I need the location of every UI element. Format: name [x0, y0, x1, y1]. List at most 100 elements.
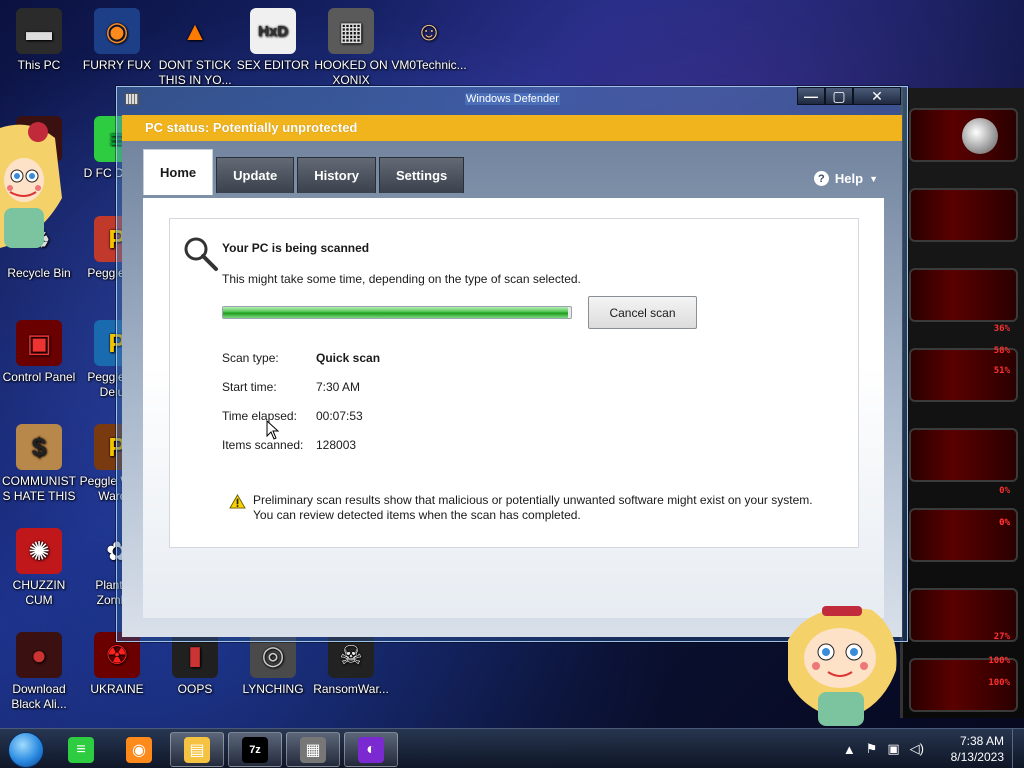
scan-details: Scan type: Quick scan Start time: 7:30 A… — [222, 351, 380, 467]
tab-home[interactable]: Home — [143, 149, 214, 195]
app-icon: ☺ — [415, 15, 443, 46]
taskbar: ≡ ◉ ▤ 7z ▦ ◐ ▲ ⚑ ▣ ◁) 7:38 AM 8/13/2023 — [0, 728, 1024, 768]
time-elapsed-value: 00:07:53 — [316, 409, 363, 423]
warning-line-1: Preliminary scan results show that malic… — [253, 493, 813, 507]
search-icon — [184, 237, 218, 271]
desktop-icon[interactable]: ▬ This PC — [0, 8, 78, 73]
desktop-icon-label: Download Black Ali... — [11, 682, 67, 711]
start-button[interactable] — [8, 732, 44, 768]
scan-progress-fill — [223, 307, 568, 318]
alien-readout: 0% — [999, 518, 1010, 528]
warning-line-2: You can review detected items when the s… — [253, 508, 581, 522]
firefox-icon: ◉ — [126, 736, 152, 763]
desktop-icon-label: This PC — [17, 58, 61, 72]
desktop-icon-label: HOOKED ON XONIX — [314, 58, 388, 87]
masked-app-icon: ◐ — [358, 736, 384, 763]
start-time-value: 7:30 AM — [316, 380, 361, 394]
alien-readout: 36% — [993, 324, 1010, 334]
clock-time: 7:38 AM — [959, 734, 1004, 748]
desktop-icon[interactable]: HxD SEX EDITOR — [234, 8, 312, 73]
taskbar-masked-app-button[interactable]: ◐ — [344, 732, 398, 767]
scan-type-row: Scan type: Quick scan — [222, 351, 380, 380]
tab-history[interactable]: History — [297, 157, 376, 193]
volume-icon[interactable]: ◁) — [910, 741, 924, 757]
alien-readout: 100% — [988, 656, 1010, 666]
alien-sidebar-widget: 36% 58% 51% 0% 0% 0% 27% 100% 100% — [900, 88, 1024, 718]
items-scanned-label: Items scanned: — [222, 438, 304, 452]
desktop-icon[interactable]: $ COMMUNISTS HATE THIS G... — [0, 424, 78, 504]
title-bar[interactable]: Windows Defender — ▢ ✕ — [117, 87, 907, 115]
taskbar-7zip-button[interactable]: 7z — [228, 732, 282, 767]
items-scanned-row: Items scanned: 128003 — [222, 438, 380, 467]
start-time-label: Start time: — [222, 380, 277, 394]
desktop-icon[interactable]: ▦ HOOKED ON XONIX — [312, 8, 390, 88]
forms-app-icon: ≡ — [68, 736, 94, 763]
alien-readout: 51% — [993, 366, 1010, 376]
home-content: Your PC is being scanned This might take… — [143, 198, 884, 618]
help-menu[interactable]: ? Help ▼ — [813, 171, 878, 186]
maximize-button[interactable]: ▢ — [825, 87, 853, 105]
scan-type-label: Scan type: — [222, 351, 279, 365]
7zip-icon: 7z — [242, 736, 268, 763]
app-icon: ▲ — [182, 15, 208, 46]
file-explorer-icon: ▤ — [184, 736, 210, 763]
clock-date: 8/13/2023 — [950, 750, 1004, 764]
app-icon: ▬ — [16, 8, 62, 54]
system-tray: ▲ ⚑ ▣ ◁) 7:38 AM 8/13/2023 — [843, 729, 1024, 768]
scan-subtext: This might take some time, depending on … — [222, 272, 581, 286]
app-icon: ▣ — [16, 320, 62, 366]
show-hidden-icons-icon[interactable]: ▲ — [843, 742, 856, 757]
taskbar-file-explorer-button[interactable]: ▤ — [170, 732, 224, 767]
desktop-icon[interactable]: ☺ VM0Technic... — [390, 8, 468, 73]
cartoon-character-right — [788, 606, 897, 726]
desktop-icon-label: OOPS — [177, 682, 213, 696]
scan-heading: Your PC is being scanned — [222, 241, 370, 255]
alien-meter-bar — [909, 428, 1018, 482]
alien-readout: 0% — [999, 486, 1010, 496]
desktop-icon[interactable]: ✺ CHUZZIN CUM — [0, 528, 78, 608]
desktop-icon[interactable]: ● Download Black Ali... — [0, 632, 78, 712]
taskbar-defender-button[interactable]: ▦ — [286, 732, 340, 767]
desktop-icon-label: Control Panel — [2, 370, 76, 384]
desktop-icon-label: Recycle Bin — [7, 266, 71, 280]
show-desktop-button[interactable] — [1012, 729, 1024, 768]
scan-type-value: Quick scan — [316, 351, 381, 365]
tab-update[interactable]: Update — [216, 157, 295, 193]
scan-panel: Your PC is being scanned This might take… — [169, 218, 859, 548]
app-icon: $ — [16, 424, 62, 470]
minimize-button[interactable]: — — [797, 87, 825, 105]
desktop-icon-label: LYNCHING — [242, 682, 304, 696]
app-icon: ▦ — [328, 8, 374, 54]
desktop-icon[interactable]: ◉ FURRY FUX — [78, 8, 156, 73]
desktop-icon-label: UKRAINE — [90, 682, 144, 696]
cartoon-character-left — [0, 122, 62, 248]
clock[interactable]: 7:38 AM 8/13/2023 — [934, 733, 1004, 765]
start-time-row: Start time: 7:30 AM — [222, 380, 380, 409]
items-scanned-value: 128003 — [316, 438, 357, 452]
tab-bar: Home Update History Settings — [143, 149, 467, 195]
help-label: Help — [834, 171, 864, 186]
cancel-scan-button[interactable]: Cancel scan — [588, 296, 697, 329]
defender-app-icon — [125, 93, 139, 105]
tab-settings[interactable]: Settings — [378, 157, 465, 193]
scan-progress-bar — [222, 306, 572, 319]
alien-readout: 100% — [988, 678, 1010, 688]
taskbar-firefox-button[interactable]: ◉ — [112, 732, 166, 767]
close-button[interactable]: ✕ — [853, 87, 901, 105]
window-client: PC status: Potentially unprotected Home … — [122, 115, 902, 637]
alien-readout: 27% — [993, 632, 1010, 642]
taskbar-forms-app-button[interactable]: ≡ — [54, 732, 108, 767]
desktop-icon[interactable]: ▣ Control Panel — [0, 320, 78, 385]
alien-meter-bar — [909, 188, 1018, 242]
flag-icon[interactable]: ⚑ — [866, 741, 878, 757]
desktop-icon-label: DONT STICK THIS IN YO... — [158, 58, 232, 87]
help-icon: ? — [813, 171, 829, 186]
desktop-icon-label: CHUZZIN CUM — [12, 578, 66, 607]
network-icon[interactable]: ▣ — [887, 741, 899, 757]
alien-meter-bar — [909, 268, 1018, 322]
window-title: Windows Defender — [465, 93, 560, 105]
warning-icon — [229, 494, 246, 509]
desktop-icon[interactable]: ▲ DONT STICK THIS IN YO... — [156, 8, 234, 88]
desktop-icon-label: RansomWar... — [313, 682, 389, 696]
alien-readout: 58% — [993, 346, 1010, 356]
